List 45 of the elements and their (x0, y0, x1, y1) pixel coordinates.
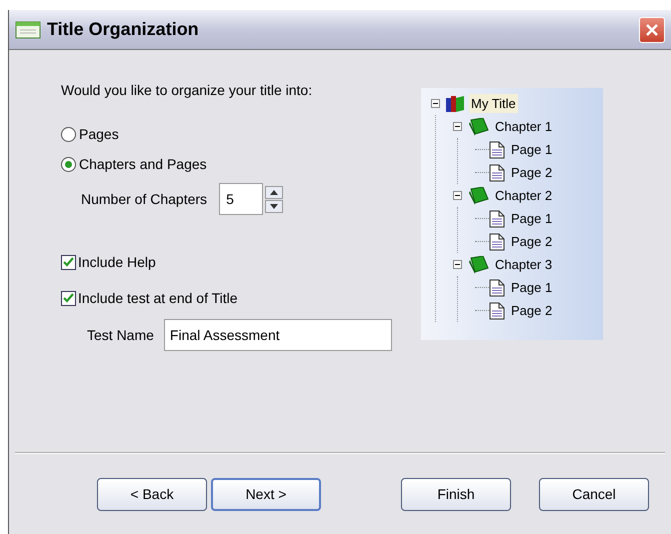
document-icon (489, 302, 505, 320)
chapters-field[interactable]: 5 (219, 183, 264, 215)
document-icon (489, 210, 505, 228)
dialog-button[interactable]: Next > (211, 478, 321, 510)
close-button[interactable] (639, 16, 665, 42)
dialog-button[interactable]: Finish (401, 478, 511, 510)
books-icon (445, 94, 465, 112)
checkbox-option[interactable]: Include Help (61, 251, 156, 273)
tree-item[interactable]: Page 2 (509, 162, 554, 182)
tree-item[interactable]: Page 1 (509, 140, 554, 160)
radio-button[interactable] (61, 156, 76, 172)
radio-option[interactable]: Chapters and Pages (61, 153, 207, 175)
document-icon (489, 232, 505, 250)
window-title: Title Organization (47, 18, 199, 41)
field-label: Number of Chapters (81, 190, 208, 209)
tree-item[interactable]: Chapter 2 (493, 186, 554, 206)
radio-option[interactable]: Pages (61, 123, 119, 145)
tree-item[interactable]: Page 1 (509, 208, 554, 228)
document-icon (489, 278, 505, 296)
window-icon (15, 20, 41, 38)
collapse-toggle[interactable] (453, 122, 462, 131)
field-label: Test Name (87, 326, 154, 344)
book-icon (467, 118, 489, 136)
checkbox[interactable] (61, 254, 76, 270)
book-icon (467, 256, 489, 274)
collapse-toggle[interactable] (453, 260, 462, 269)
book-icon (467, 186, 489, 204)
tree-item[interactable]: My Title (469, 94, 518, 114)
tree-item[interactable]: Page 1 (509, 278, 554, 298)
document-icon (489, 164, 505, 182)
tree-item[interactable]: Page 2 (509, 232, 554, 252)
dialog-button[interactable]: Cancel (539, 478, 649, 510)
close-icon (645, 22, 659, 36)
radio-button[interactable] (61, 126, 76, 142)
collapse-toggle[interactable] (431, 99, 440, 108)
dialog-button[interactable]: < Back (97, 478, 207, 510)
tree-item[interactable]: Chapter 3 (493, 254, 554, 274)
checkbox-option[interactable]: Include test at end of Title (61, 287, 238, 309)
document-icon (489, 140, 505, 158)
tree-item[interactable]: Page 2 (509, 300, 554, 320)
collapse-toggle[interactable] (453, 191, 462, 200)
checkbox[interactable] (61, 290, 76, 306)
question-text: Would you like to organize your title into: (61, 81, 314, 100)
test-name-field[interactable]: Final Assessment (164, 319, 392, 351)
tree-item[interactable]: Chapter 1 (493, 116, 554, 136)
